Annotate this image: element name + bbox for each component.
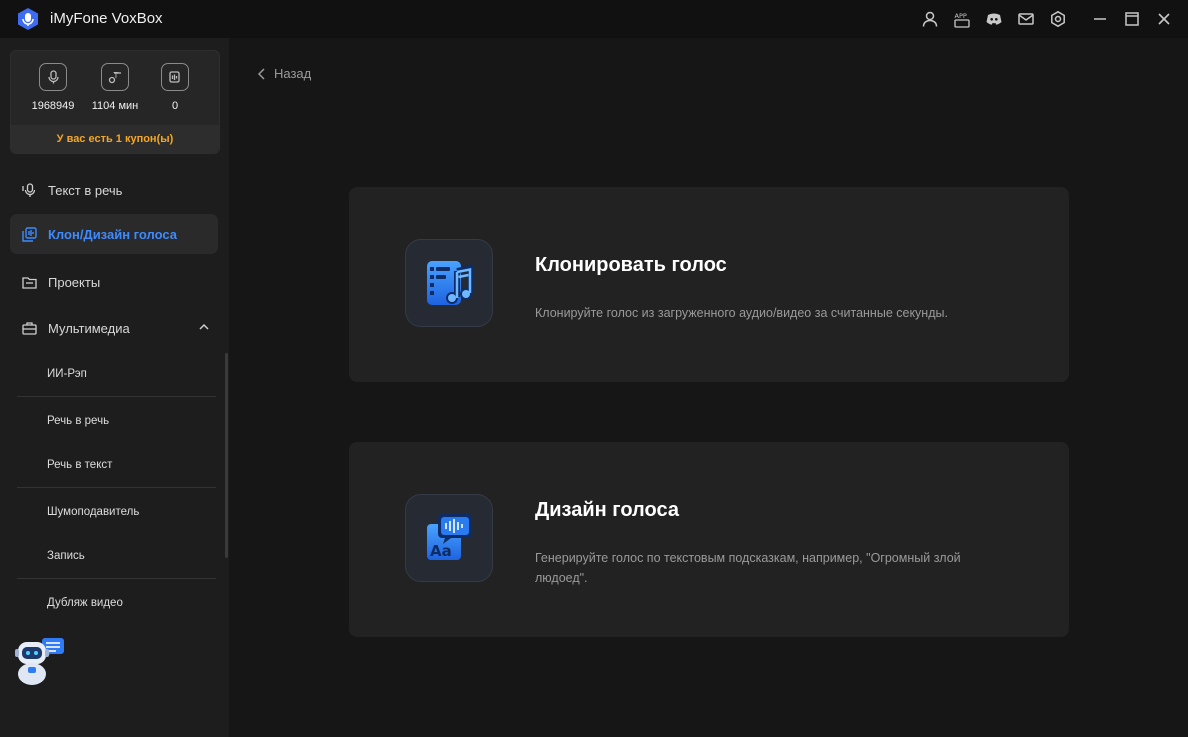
stat-value: 0 [171, 100, 179, 112]
user-icon[interactable] [914, 0, 946, 38]
svg-text:APP: APP [955, 12, 967, 20]
submenu-speech-to-text[interactable]: Речь в текст [17, 443, 216, 487]
clone-voice-icon [405, 239, 493, 327]
back-button[interactable]: Назад [257, 66, 311, 81]
nav-multimedia[interactable]: Мультимедиа [10, 308, 218, 348]
main-content: Назад Клонировать голос Клонируйте голос… [229, 38, 1188, 737]
submenu-speech-to-speech[interactable]: Речь в речь [17, 399, 216, 443]
nav-projects[interactable]: Проекты [10, 262, 218, 302]
discord-icon[interactable] [978, 0, 1010, 38]
toolbox-icon [20, 319, 38, 337]
title-bar: iMyFone VoxBox APP [0, 0, 1188, 38]
divider [17, 578, 216, 579]
app-title: iMyFone VoxBox [50, 10, 163, 27]
sidebar-scrollbar[interactable] [225, 353, 228, 558]
close-icon[interactable] [1148, 0, 1180, 38]
nav-label: Проекты [48, 274, 101, 290]
card-clone-voice[interactable]: Клонировать голос Клонируйте голос из за… [349, 187, 1069, 382]
svg-text:Aa: Aa [430, 542, 452, 560]
clone-icon [161, 63, 189, 91]
card-description: Генерируйте голос по текстовым подсказка… [535, 551, 961, 585]
voice-clone-icon [20, 225, 38, 243]
voice-design-icon: Aa [405, 494, 493, 582]
folder-icon [20, 273, 38, 291]
nav-voice-clone-design[interactable]: Клон/Дизайн голоса [10, 214, 218, 254]
nav-text-to-speech[interactable]: Текст в речь [10, 170, 218, 210]
card-title: Дизайн голоса [535, 499, 679, 521]
mail-icon[interactable] [1010, 0, 1042, 38]
nav-label: Клон/Дизайн голоса [48, 226, 177, 242]
minimize-icon[interactable] [1084, 0, 1116, 38]
card-voice-design[interactable]: Aa Дизайн голоса Генерируйте голос по те… [349, 442, 1069, 637]
stat-characters: 1968949 [23, 63, 83, 112]
settings-icon[interactable] [1042, 0, 1074, 38]
maximize-icon[interactable] [1116, 0, 1148, 38]
stat-value: 1104 мин [91, 100, 139, 112]
voxbox-logo-icon [18, 8, 38, 30]
divider [17, 396, 216, 397]
chevron-up-icon[interactable] [198, 321, 210, 333]
submenu-noise-reducer[interactable]: Шумоподавитель [17, 490, 216, 534]
stat-value: 1968949 [31, 100, 75, 112]
stat-clones: 0 [145, 63, 205, 112]
chevron-left-icon [257, 67, 265, 80]
timer-icon: T [101, 63, 129, 91]
stats-card: 1968949 T 1104 мин 0 У вас есть 1 купон(… [10, 50, 220, 154]
submenu-recording[interactable]: Запись [17, 534, 216, 578]
divider [17, 487, 216, 488]
back-label: Назад [274, 66, 312, 81]
chatbot-assistant-icon[interactable] [14, 632, 66, 686]
card-description: Клонируйте голос из загруженного аудио/в… [535, 306, 948, 320]
coupon-banner[interactable]: У вас есть 1 купон(ы) [11, 125, 219, 153]
submenu-ai-rap[interactable]: ИИ-Рэп [17, 352, 216, 396]
nav-label: Мультимедиа [48, 320, 130, 336]
card-title: Клонировать голос [535, 254, 727, 276]
submenu-video-dubbing[interactable]: Дубляж видео [17, 581, 216, 625]
microphone-icon [20, 181, 38, 199]
nav-label: Текст в речь [48, 182, 123, 198]
app-icon[interactable]: APP [946, 0, 978, 38]
text-voice-icon [39, 63, 67, 91]
stat-minutes: T 1104 мин [85, 63, 145, 112]
